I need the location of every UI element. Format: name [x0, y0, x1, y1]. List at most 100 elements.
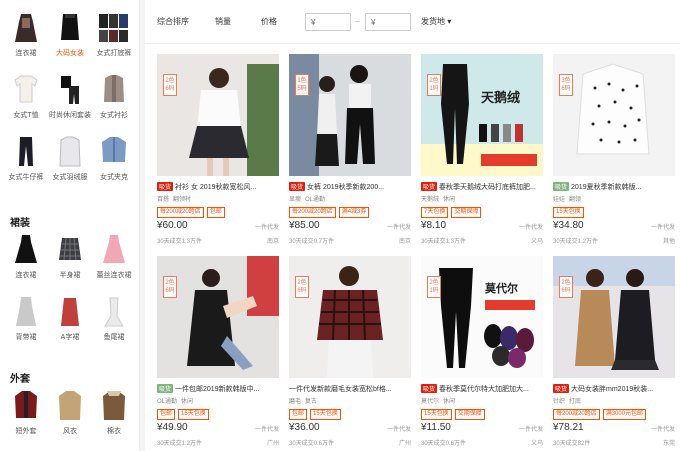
category-label: 女式羽绒服: [52, 174, 88, 181]
ship-from-dropdown[interactable]: 发货地 ▾: [421, 16, 451, 27]
shirt-thumbnail: [97, 72, 131, 106]
product-title[interactable]: 吸货 大码女装胖mm2019秋装...: [553, 384, 675, 394]
dropship-label: 一件代发: [386, 225, 411, 231]
color-size-tag: 2色6码: [295, 276, 309, 298]
promo-row: 每200减20跨店 包邮: [157, 206, 228, 218]
category-item-down-jacket[interactable]: 女式羽绒服: [48, 134, 92, 182]
promo-row: 每200减20跨店 满3000元包邮: [553, 408, 649, 420]
product-title[interactable]: 吸货 2019夏秋季新款韩版...: [553, 182, 675, 192]
banner-text: 天鹅绒: [481, 90, 520, 106]
category-item-overall-skirt[interactable]: 背带裙: [4, 294, 48, 342]
hot-badge: 吸货: [157, 384, 174, 393]
product-card[interactable]: 2色6码 一件代发新款磨毛女装宽松bf格... 磨毛 复古 包邮 15天包换 ¥36…: [289, 256, 411, 451]
sales-count: 30天成交0.6万件: [289, 441, 335, 447]
product-card[interactable]: 莫代尔 2色1码 吸货 春秋季莫代尔特大加肥加大... 莫代尔 休闲 15天包换 交期…: [421, 256, 543, 451]
hot-badge: 吸货: [421, 384, 438, 393]
product-card[interactable]: 1色5码 吸货 女裤 2019秋季新款200... 显瘦 OL通勤 每200减20跨…: [289, 54, 411, 252]
lace-dress-thumbnail: [97, 232, 131, 266]
product-price: ¥34.80: [553, 220, 584, 231]
product-tags: OL通勤 休闲: [157, 399, 194, 405]
trench-thumbnail: [53, 388, 87, 422]
category-item-trench[interactable]: 风衣: [48, 388, 92, 436]
category-item-fishtail-skirt[interactable]: 鱼尾裙: [92, 294, 136, 342]
product-title[interactable]: 吸货 春秋季天鹅绒大码打底裤加肥...: [421, 182, 543, 192]
category-label: 女式衬衫: [100, 112, 128, 119]
promo-row: 15天包换 交期保障: [421, 408, 488, 420]
dropship-label: 一件代发: [386, 427, 411, 433]
price-max-input[interactable]: ¥: [365, 13, 411, 31]
plaid-skirt-thumbnail: [53, 232, 87, 266]
category-item-jacket[interactable]: 女式夹克: [92, 134, 136, 182]
product-title[interactable]: 一件代发新款磨毛女装宽松bf格...: [289, 384, 411, 394]
category-label: 女式牛仔裤: [8, 174, 44, 181]
product-image: 2色6码: [553, 256, 675, 378]
dropship-label: 一件代发: [254, 427, 279, 433]
product-price: ¥11.50: [421, 422, 451, 433]
category-item-jeans[interactable]: 女式牛仔裤: [4, 134, 48, 182]
product-tags: 莫代尔 休闲: [421, 399, 456, 405]
category-label: 鱼尾裙: [103, 334, 125, 341]
color-size-tag: 2色6码: [163, 276, 177, 298]
product-price: ¥78.21: [553, 422, 584, 433]
category-item-dress[interactable]: 连衣裙: [4, 10, 48, 58]
category-item-leggings[interactable]: 女式打底裤: [92, 10, 136, 58]
promo-row: 15天包换: [553, 206, 587, 218]
hot-badge: 吸货: [289, 182, 306, 191]
plus-size-thumbnail: [53, 10, 87, 44]
jacket-thumbnail: [97, 134, 131, 168]
product-title[interactable]: 吸货 衬衫 女 2019秋款宽松风...: [157, 182, 279, 192]
category-item-tshirt[interactable]: 女式T恤: [4, 72, 48, 120]
category-item-casual-set[interactable]: 时尚休闲套装: [48, 72, 92, 120]
category-row: 女式T恤 时尚休闲套装 女式衬衫: [0, 72, 139, 130]
filter-bar: 综合排序 销量 价格 ¥ – ¥ 发货地 ▾: [145, 0, 680, 44]
promo-row: 7天包换 交期保障: [421, 206, 484, 218]
product-price: ¥8.10: [421, 220, 447, 231]
product-card[interactable]: 2色6码 吸货 衬衫 女 2019秋款宽松风... 百搭 翻领衬 每200减20跨店…: [157, 54, 279, 252]
sales-count: 30天成交82件: [553, 441, 591, 447]
sort-price[interactable]: 价格: [261, 16, 277, 27]
sales-count: 30天成交1.3万件: [421, 239, 467, 245]
product-title[interactable]: 吸货 一件包邮2019新款韩版中...: [157, 384, 279, 394]
product-card[interactable]: 3色6码 吸货 2019夏秋季新款韩版... 娃娃 翻领 15天包换 ¥34.80 …: [553, 54, 675, 252]
sort-comprehensive[interactable]: 综合排序: [157, 16, 189, 27]
location: 东莞: [662, 441, 675, 447]
category-item-cotton-coat[interactable]: 棉衣: [92, 388, 136, 436]
category-item-dress-2[interactable]: 连衣裙: [4, 232, 48, 280]
product-title[interactable]: 吸货 女裤 2019秋季新款200...: [289, 182, 411, 192]
down-jacket-thumbnail: [53, 134, 87, 168]
hot-badge: 吸货: [421, 182, 438, 191]
category-row: 连衣裙 大码女装 女式打底裤: [0, 10, 139, 68]
dropship-label: 一件代发: [518, 225, 543, 231]
product-card[interactable]: 天鹅绒 2色1码 吸货 春秋季天鹅绒大码打底裤加肥... 天鹅绒 休闲 7天包换 交期…: [421, 54, 543, 252]
dropship-label: 一件代发: [650, 427, 675, 433]
product-card[interactable]: 2色6码 吸货 一件包邮2019新款韩版中... OL通勤 休闲 包邮 15天包换 ¥…: [157, 256, 279, 451]
promo-row: 每200减20跨店 满4减3券: [289, 206, 372, 218]
price-min-input[interactable]: ¥: [305, 13, 351, 31]
category-item-shirt[interactable]: 女式衬衫: [92, 72, 136, 120]
category-row: 背带裙 A字裙 鱼尾裙: [0, 294, 139, 352]
location: 义乌: [530, 239, 543, 245]
tshirt-thumbnail: [9, 72, 43, 106]
category-label: 时尚休闲套装: [49, 112, 91, 119]
sales-count: 30天成交1.2万件: [157, 441, 203, 447]
category-item-lace-dress[interactable]: 蕾丝连衣裙: [92, 232, 136, 280]
category-item-a-line-skirt[interactable]: A字裙: [48, 294, 92, 342]
color-size-tag: 3色6码: [559, 74, 573, 96]
product-card[interactable]: 2色6码 吸货 大码女装胖mm2019秋装... 针织 打底 每200减20跨店 满3…: [553, 256, 675, 451]
category-label: 女式T恤: [13, 112, 39, 119]
product-price: ¥60.00: [157, 220, 188, 231]
sort-sales[interactable]: 销量: [215, 16, 231, 27]
product-price: ¥85.00: [289, 220, 320, 231]
category-item-plus-size[interactable]: 大码女装: [48, 10, 92, 58]
category-item-half-skirt[interactable]: 半身裙: [48, 232, 92, 280]
color-size-tag: 2色1码: [427, 74, 441, 96]
price-range-dash: –: [355, 17, 360, 26]
product-image: 3色6码: [553, 54, 675, 176]
category-label: 大码女装: [56, 50, 84, 57]
location: 义乌: [530, 441, 543, 447]
sales-count: 30天成交1.2万件: [553, 239, 599, 245]
product-listing: 综合排序 销量 价格 ¥ – ¥ 发货地 ▾ 2色6码 吸货 衬衫 女 2019秋…: [145, 0, 680, 451]
product-title[interactable]: 吸货 春秋季莫代尔特大加肥加大...: [421, 384, 543, 394]
category-item-short-coat[interactable]: 短外套: [4, 388, 48, 436]
product-image: 2色6码: [157, 256, 279, 378]
